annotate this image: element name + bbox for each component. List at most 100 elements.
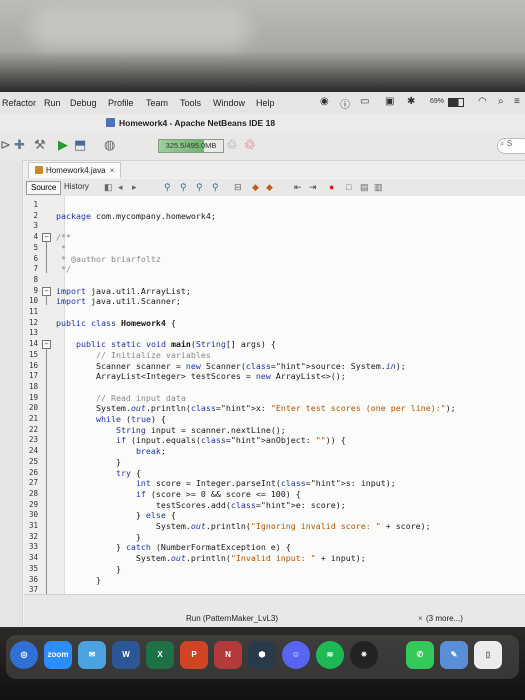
- find-next-icon[interactable]: ⚲: [196, 182, 203, 192]
- code-line[interactable]: // Read input data: [56, 393, 186, 403]
- bluetooth-icon[interactable]: ✱: [407, 96, 415, 107]
- bookmark-icon[interactable]: ⊟: [234, 182, 242, 192]
- debug-icon[interactable]: ⬒: [74, 138, 86, 152]
- code-line[interactable]: if (score >= 0 && score <= 100) {: [56, 489, 301, 499]
- code-line[interactable]: import java.util.Scanner;: [56, 296, 181, 306]
- menu-run[interactable]: Run: [44, 98, 61, 108]
- app-icon-gem[interactable]: ⬢: [248, 641, 276, 669]
- find-icon[interactable]: ⚲: [164, 182, 171, 192]
- find-prev-icon[interactable]: ⚲: [180, 182, 187, 192]
- code-line[interactable]: break;: [56, 446, 166, 456]
- launchpad-icon[interactable]: ✷: [350, 641, 378, 669]
- menu-team[interactable]: Team: [146, 98, 168, 108]
- mail-icon[interactable]: ✉: [78, 641, 106, 669]
- notes-icon[interactable]: ✎: [440, 641, 468, 669]
- code-line[interactable]: package com.mycompany.homework4;: [56, 211, 216, 221]
- forward-icon[interactable]: ▸: [132, 182, 137, 192]
- code-line[interactable]: import java.util.ArrayList;: [56, 286, 191, 296]
- code-line[interactable]: if (input.equals(class="hint">anObject: …: [56, 435, 346, 445]
- line-number: 3: [33, 221, 38, 231]
- close-output-icon[interactable]: ×: [418, 614, 423, 623]
- source-tab[interactable]: Source: [26, 181, 62, 195]
- code-line[interactable]: } catch (NumberFormatException e) {: [56, 542, 291, 552]
- code-editor[interactable]: 1 2 3 4−5 6 7 8 9−10 11 12 13 14−15 16 17 18 19 20 21 22 23…: [24, 196, 525, 595]
- info-icon[interactable]: ⓘ: [340, 96, 350, 111]
- safari-icon[interactable]: ◎: [10, 641, 38, 669]
- window-icon[interactable]: ▭: [360, 96, 369, 107]
- code-line[interactable]: public class Homework4 {: [56, 318, 176, 328]
- code-line[interactable]: testScores.add(class="hint">e: score);: [56, 500, 346, 510]
- code-line[interactable]: while (true) {: [56, 414, 166, 424]
- close-icon[interactable]: ×: [110, 166, 115, 175]
- clean-icon[interactable]: ✚: [14, 138, 25, 152]
- discord-icon[interactable]: ☺: [282, 641, 310, 669]
- gc-icon-2[interactable]: ♲: [244, 138, 256, 152]
- shift-left-icon[interactable]: ⇤: [294, 182, 302, 192]
- run-icon[interactable]: ▶: [58, 138, 68, 152]
- source-toolbar: Source History ◧ ◂ ▸ ⚲ ⚲ ⚲ ⚲ ⊟ ◆ ◆ ⇤ ⇥ ●…: [24, 179, 525, 197]
- code-line[interactable]: }: [56, 575, 101, 585]
- code-line[interactable]: int score = Integer.parseInt(class="hint…: [56, 478, 396, 488]
- spotify-icon[interactable]: ≋: [316, 641, 344, 669]
- back-icon[interactable]: ◂: [118, 182, 123, 192]
- code-line[interactable]: public static void main(String[] args) {: [56, 339, 276, 349]
- profile-icon[interactable]: ◍: [104, 138, 115, 152]
- control-center-icon[interactable]: ≡: [514, 96, 520, 107]
- last-edit-icon[interactable]: ◧: [104, 182, 113, 192]
- code-line[interactable]: Scanner scanner = new Scanner(class="hin…: [56, 361, 406, 371]
- code-line[interactable]: }: [56, 564, 121, 574]
- code-line[interactable]: } else {: [56, 510, 176, 520]
- code-line[interactable]: System.out.println("Ignoring invalid sco…: [56, 521, 431, 531]
- line-number: 21: [28, 414, 38, 423]
- comment-icon[interactable]: ▤: [360, 182, 369, 192]
- more-tasks-label[interactable]: (3 more...): [426, 614, 463, 623]
- word-icon[interactable]: W: [112, 641, 140, 669]
- trash-icon[interactable]: ▯: [474, 641, 502, 669]
- menu-debug[interactable]: Debug: [70, 98, 97, 108]
- menu-help[interactable]: Help: [256, 98, 275, 108]
- zoom-app-icon[interactable]: zoom: [44, 641, 72, 669]
- netbeans-dock-icon[interactable]: N: [214, 641, 242, 669]
- line-number: 1: [33, 200, 38, 209]
- code-line[interactable]: // Initialize variables: [56, 350, 211, 360]
- stop-macro-icon[interactable]: □: [346, 182, 351, 192]
- code-line[interactable]: }: [56, 457, 121, 467]
- toggle-highlight-icon[interactable]: ⚲: [212, 182, 219, 192]
- code-line[interactable]: * @author briarfoltz: [56, 254, 161, 264]
- menu-profile[interactable]: Profile: [108, 98, 134, 108]
- messages-icon[interactable]: ✆: [406, 641, 434, 669]
- wifi-icon[interactable]: ◠: [478, 96, 487, 107]
- run-output-label[interactable]: Run (PatternMaker_LvL3): [186, 614, 278, 623]
- search-icon[interactable]: ⌕: [498, 96, 504, 107]
- record-icon[interactable]: ◉: [320, 96, 329, 107]
- menu-tools[interactable]: Tools: [180, 98, 201, 108]
- code-line[interactable]: String input = scanner.nextLine();: [56, 425, 286, 435]
- search-input[interactable]: ⌕ S: [497, 138, 525, 154]
- history-tab[interactable]: History: [64, 181, 89, 193]
- battery-icon[interactable]: [448, 98, 464, 107]
- uncomment-icon[interactable]: ▥: [374, 182, 383, 192]
- code-line[interactable]: try {: [56, 468, 141, 478]
- prev-bookmark-icon[interactable]: ◆: [252, 182, 259, 192]
- menu-window[interactable]: Window: [213, 98, 245, 108]
- code-line[interactable]: }: [56, 532, 141, 542]
- code-line[interactable]: System.out.println(class="hint">x: "Ente…: [56, 403, 456, 413]
- code-line[interactable]: *: [56, 243, 66, 253]
- memory-indicator[interactable]: 325.5/495.0MB: [158, 139, 224, 153]
- code-line[interactable]: */: [56, 264, 71, 274]
- build-icon[interactable]: ⚒: [34, 138, 46, 152]
- gc-icon[interactable]: ♲: [226, 138, 238, 152]
- powerpoint-icon[interactable]: P: [180, 641, 208, 669]
- record-macro-icon[interactable]: ●: [329, 182, 334, 192]
- excel-icon[interactable]: X: [146, 641, 174, 669]
- line-number: 22: [28, 424, 38, 434]
- display-icon[interactable]: ▣: [385, 96, 394, 107]
- pin-icon[interactable]: ⊳: [0, 138, 11, 152]
- shift-right-icon[interactable]: ⇥: [309, 182, 317, 192]
- code-line[interactable]: /**: [56, 232, 71, 242]
- code-line[interactable]: ArrayList<Integer> testScores = new Arra…: [56, 371, 346, 381]
- code-line[interactable]: System.out.println("Invalid input: " + i…: [56, 553, 366, 563]
- tab-homework4-java[interactable]: Homework4.java ×: [28, 162, 122, 178]
- menu-refactor[interactable]: Refactor: [2, 98, 36, 108]
- next-bookmark-icon[interactable]: ◆: [266, 182, 273, 192]
